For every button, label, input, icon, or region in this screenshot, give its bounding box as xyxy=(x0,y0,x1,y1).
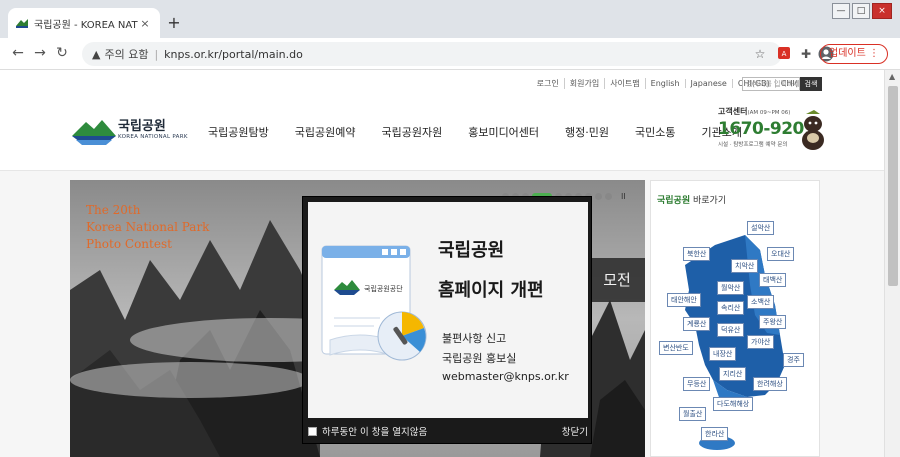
page-scrollbar[interactable]: ▲ xyxy=(884,70,900,457)
popup-footer: 하루동안 이 창을 열지않음 창닫기 xyxy=(308,421,588,441)
japanese-link[interactable]: Japanese xyxy=(686,79,733,88)
popup-email-line[interactable]: webmaster@knps.or.kr xyxy=(442,370,569,383)
knps-favicon-icon xyxy=(16,19,28,28)
korea-map: 설악산 북한산 오대산 치악산 태백산 태안해안 월악산 소백산 속리산 계룡산… xyxy=(655,215,815,457)
notice-popup: 국립공원공단 국립공원 홈페이지 개편 불편사항 신고 국립공원 홍보실 web… xyxy=(302,196,592,444)
forward-arrow-icon[interactable]: → xyxy=(32,45,48,61)
tab-title: 국립공원 - KOREA NATIONAL P... xyxy=(34,19,138,31)
park-sobaeksan[interactable]: 소백산 xyxy=(747,295,775,309)
signup-link[interactable]: 회원가입 xyxy=(565,78,606,89)
slide-dot[interactable] xyxy=(605,193,612,200)
reload-icon[interactable]: ↻ xyxy=(54,45,70,61)
park-bukhansan[interactable]: 북한산 xyxy=(683,247,711,261)
back-arrow-icon[interactable]: ← xyxy=(10,45,26,61)
popup-office-line: 국립공원 홍보실 xyxy=(442,352,517,365)
park-taebaeksan[interactable]: 태백산 xyxy=(759,273,787,287)
park-dadohaehaesang[interactable]: 다도해해상 xyxy=(713,397,754,411)
park-hallasan[interactable]: 한라산 xyxy=(701,427,729,441)
browser-tab[interactable]: 국립공원 - KOREA NATIONAL P... × xyxy=(8,8,160,38)
address-separator: | xyxy=(154,47,159,61)
park-chiaksan[interactable]: 치악산 xyxy=(731,259,759,273)
park-woraksan[interactable]: 월악산 xyxy=(717,281,745,295)
banner-caption: 모전 xyxy=(588,258,645,302)
dont-show-label[interactable]: 하루동안 이 창을 열지않음 xyxy=(322,424,427,438)
park-byeonsanbando[interactable]: 변산반도 xyxy=(659,341,693,355)
nav-reservation[interactable]: 국립공원예약 xyxy=(295,124,356,140)
park-gayasan[interactable]: 가야산 xyxy=(747,335,775,349)
minimize-button[interactable]: — xyxy=(832,3,850,19)
photo-contest-title: The 20th Korea National Park Photo Conte… xyxy=(86,203,210,251)
popup-content: 국립공원공단 국립공원 홈페이지 개편 불편사항 신고 국립공원 홍보실 web… xyxy=(308,202,588,418)
url-text: knps.or.kr/portal/main.do xyxy=(164,47,303,61)
svg-text:A: A xyxy=(782,50,787,58)
update-button[interactable]: 업데이트 ⋮ xyxy=(820,44,888,64)
warning-icon: ▲ xyxy=(92,47,101,61)
maximize-button[interactable]: □ xyxy=(852,3,870,19)
close-window-button[interactable]: × xyxy=(872,3,892,19)
english-link[interactable]: English xyxy=(646,79,686,88)
nav-administration[interactable]: 행정·민원 xyxy=(565,124,609,140)
nav-resources[interactable]: 국립공원자원 xyxy=(381,124,442,140)
pdf-extension-icon[interactable]: A xyxy=(776,46,792,62)
browser-window-illustration-icon: 국립공원공단 xyxy=(321,245,427,361)
popup-close-button[interactable]: 창닫기 xyxy=(562,424,588,438)
new-tab-button[interactable]: + xyxy=(164,13,184,33)
web-page: 로그인 회원가입 사이트맵 English Japanese CHI(GB) C… xyxy=(0,70,884,457)
park-gyeongju[interactable]: 경주 xyxy=(783,353,804,367)
scroll-up-icon[interactable]: ▲ xyxy=(889,72,895,81)
park-juwangsan[interactable]: 주왕산 xyxy=(759,315,787,329)
logo-korean: 국립공원 xyxy=(118,119,166,134)
park-seoraksan[interactable]: 설악산 xyxy=(747,221,775,235)
park-odaesan[interactable]: 오대산 xyxy=(767,247,795,261)
park-jirisan[interactable]: 지리산 xyxy=(719,367,747,381)
main-navigation: 국립공원탐방 국립공원예약 국립공원자원 홍보미디어센터 행정·민원 국민소통 … xyxy=(208,124,768,140)
park-deogyusan[interactable]: 덕유산 xyxy=(717,323,745,337)
address-bar[interactable]: ▲ 주의 요함 | knps.or.kr/portal/main.do xyxy=(82,42,782,66)
park-gyeryongsan[interactable]: 계룡산 xyxy=(683,317,711,331)
scrollbar-thumb[interactable] xyxy=(888,86,898,286)
popup-report-line: 불편사항 신고 xyxy=(442,332,507,345)
park-naejangsan[interactable]: 내장산 xyxy=(709,347,737,361)
logo-english: KOREA NATIONAL PARK xyxy=(118,134,188,140)
park-hallyeohaesang[interactable]: 한려해상 xyxy=(753,377,787,391)
nav-communication[interactable]: 국민소통 xyxy=(635,124,675,140)
park-taean[interactable]: 태안해안 xyxy=(667,293,701,307)
bear-mascot-icon xyxy=(802,110,824,150)
dont-show-checkbox[interactable] xyxy=(308,426,317,436)
park-wolchulsan[interactable]: 월출산 xyxy=(679,407,707,421)
popup-title-line1: 국립공원 xyxy=(438,240,505,261)
logo-text: 국립공원 KOREA NATIONAL PARK xyxy=(118,115,188,140)
park-songnisan[interactable]: 속리산 xyxy=(717,301,745,315)
site-search-input[interactable]: 검색어를 입력하세요 xyxy=(742,77,800,91)
login-link[interactable]: 로그인 xyxy=(532,78,565,89)
park-shortcut-panel: 국립공원 바로가기 설악산 북한산 오대산 치악산 태백산 태안해안 월악산 소… xyxy=(650,180,820,457)
browser-tabstrip: 국립공원 - KOREA NATIONAL P... × + — □ × xyxy=(0,0,900,38)
star-bookmark-icon[interactable]: ☆ xyxy=(752,46,768,62)
nav-visit[interactable]: 국립공원탐방 xyxy=(208,124,269,140)
slide-dot[interactable] xyxy=(595,193,602,200)
window-controls: — □ × xyxy=(832,3,892,19)
extensions-puzzle-icon[interactable]: ✚ xyxy=(798,46,814,62)
shortcut-title: 국립공원 바로가기 xyxy=(657,196,727,206)
tab-close-icon[interactable]: × xyxy=(138,17,152,30)
park-mudeungsan[interactable]: 무등산 xyxy=(683,377,711,391)
pause-icon[interactable]: II xyxy=(621,192,626,201)
site-search-button[interactable]: 검색 xyxy=(800,77,822,91)
browser-toolbar: ← → ↻ ▲ 주의 요함 | knps.or.kr/portal/main.d… xyxy=(0,38,900,70)
popup-title-line2: 홈페이지 개편 xyxy=(438,280,544,301)
popup-logo-text: 국립공원공단 xyxy=(364,284,403,293)
nav-media-center[interactable]: 홍보미디어센터 xyxy=(468,124,539,140)
security-label: 주의 요함 xyxy=(104,48,149,61)
sitemap-link[interactable]: 사이트맵 xyxy=(605,78,646,89)
